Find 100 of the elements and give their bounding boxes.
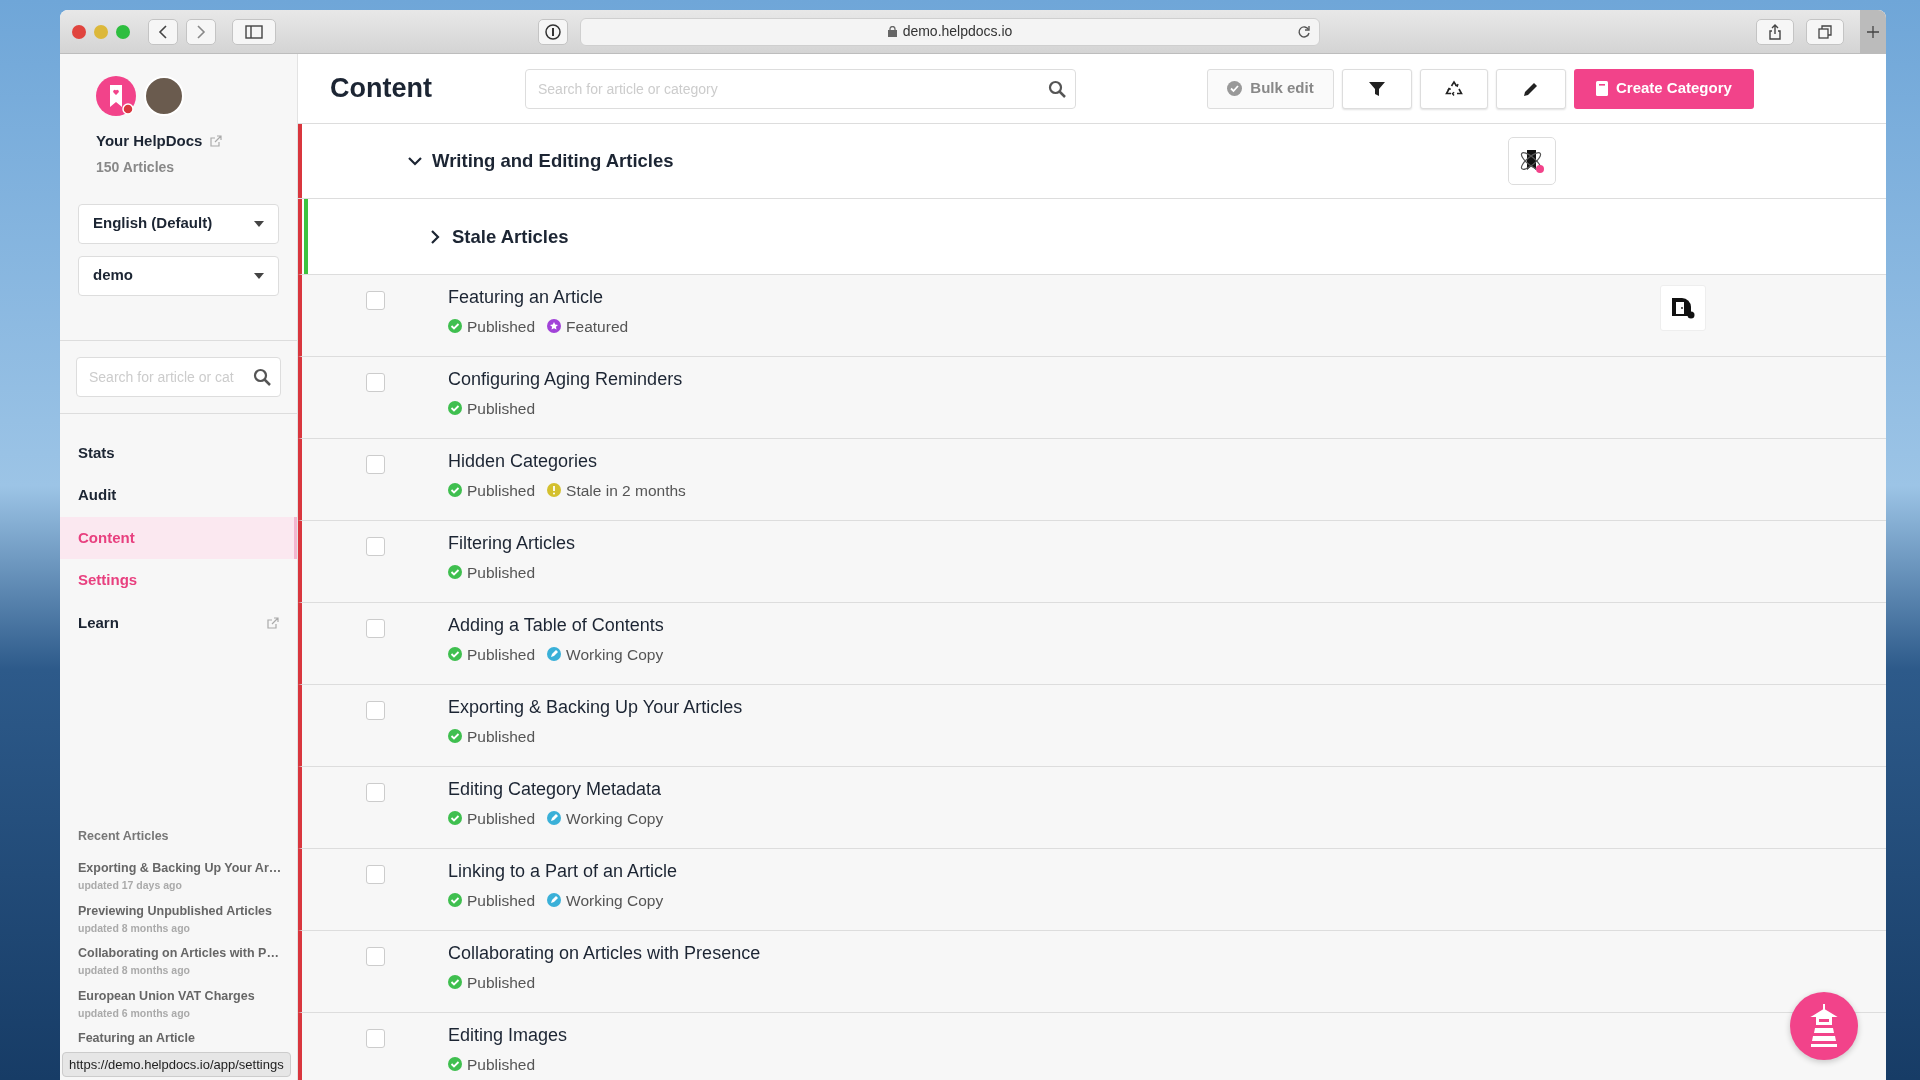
recent-article-link[interactable]: European Union VAT Charges [78,986,279,1006]
article-title-link[interactable]: Linking to a Part of an Article [448,861,678,883]
checkbox[interactable] [366,537,385,556]
status-label: Working Copy [566,808,664,829]
nav-link[interactable]: Stats [60,431,297,474]
door-icon [1671,297,1695,319]
updated-time: updated 17 days ago [78,878,183,893]
status-label: Published [467,316,536,337]
chevron-right-icon [196,24,206,39]
updated-time: updated 6 months ago [78,1005,191,1021]
checkbox[interactable] [366,455,385,474]
checkbox[interactable] [366,783,385,802]
category-row[interactable]: Writing and Editing Articles [298,124,1886,199]
article-title-link[interactable]: Hidden Categories [448,451,686,473]
article-title-link[interactable]: Exporting & Backing Up Your Articles [448,697,743,719]
nav-link[interactable]: Settings [60,559,297,602]
external-link-icon [267,616,279,629]
status-label: Working Copy [566,890,664,911]
checkbox[interactable] [366,947,385,966]
window-control-dot[interactable] [116,24,130,39]
lock-icon [887,26,897,37]
status-label: Published [467,972,536,993]
article-icon-button[interactable] [1660,285,1706,331]
book-icon [1596,81,1608,96]
article-title-link[interactable]: Featuring an Article [448,287,629,309]
status-label: Published [467,726,536,747]
select-dropdown[interactable]: English (Default) [78,203,279,244]
status-label: Published [467,480,536,501]
create-category-button[interactable]: Create Category [1574,68,1754,109]
search-icon[interactable] [1048,79,1066,98]
checkbox[interactable] [366,1029,385,1048]
category-title[interactable]: Writing and Editing Articles [432,147,674,175]
status-label: Published [467,644,536,665]
checkbox[interactable] [366,373,385,392]
article-title-link[interactable]: Configuring Aging Reminders [448,369,683,391]
recent-article-link[interactable]: Featuring an Article [78,1029,279,1048]
caret-down-icon [254,272,264,279]
atom-bookmark-icon [1518,147,1546,175]
updated-time: updated 8 months ago [78,920,191,936]
check-circle-icon [1227,81,1243,96]
checkbox[interactable] [366,619,385,638]
status-label: Published [467,890,536,911]
checkbox[interactable] [366,865,385,884]
checkbox[interactable] [366,701,385,720]
window-control-dot[interactable] [72,24,86,39]
status-label: Featured [566,316,629,337]
tabs-icon [1818,24,1832,39]
share-icon [1768,23,1782,40]
url-text[interactable]: demo.helpdocs.io [902,21,1013,42]
page-title: Content [330,72,433,106]
subcategory-row[interactable]: Stale Articles [298,199,1886,275]
brand-name-link[interactable]: Your HelpDocs [96,130,203,153]
sidebar-icon [245,24,263,39]
window-control-dot[interactable] [94,24,108,39]
nav-link[interactable]: Audit [60,474,297,517]
status-label: Published [467,1054,536,1075]
password-manager-button[interactable] [538,18,568,45]
recent-article-link[interactable]: Previewing Unpublished Articles [78,901,279,921]
status-url-tooltip: https://demo.helpdocs.io/app/settings [62,1051,291,1077]
status-label: Stale in 2 months [566,480,686,501]
subcategory-title[interactable]: Stale Articles [452,222,569,251]
new-tab-button[interactable] [1860,10,1886,54]
reload-icon[interactable] [1297,24,1311,39]
tabs-button[interactable] [1806,18,1844,45]
external-link-icon[interactable] [210,135,223,148]
sidebar-toggle-button[interactable] [232,18,276,45]
logo-icon [96,76,136,116]
article-title-link[interactable]: Editing Category Metadata [448,779,664,801]
article-count: 150 Articles [95,157,176,177]
updated-time: updated 8 months ago [78,963,191,978]
chevron-down-icon[interactable] [408,154,422,168]
article-title-link[interactable]: Collaborating on Articles with Presence [448,943,761,965]
share-button[interactable] [1756,18,1794,45]
nav-link[interactable]: Learn [60,601,297,644]
status-label: Published [467,562,536,583]
checkbox[interactable] [366,291,385,310]
status-label: Published [467,808,536,829]
pencil-icon [1523,80,1539,97]
chevron-left-icon [158,24,168,39]
article-title-link[interactable]: Editing Images [448,1025,568,1047]
article-title-link[interactable]: Filtering Articles [448,533,576,555]
back-button[interactable] [148,18,178,45]
category-icon-button[interactable] [1508,137,1556,185]
recent-article-link[interactable]: Exporting & Backing Up Your Ar… [78,859,279,878]
recycle-icon [1445,79,1463,98]
filter-button[interactable] [1342,68,1412,109]
avatar-circle[interactable] [144,76,184,116]
recent-article-link[interactable]: Collaborating on Articles with P… [78,944,279,963]
status-label: Working Copy [566,644,664,665]
select-dropdown[interactable]: demo [78,255,279,296]
plus-icon [1867,25,1879,38]
edit-button[interactable] [1496,68,1566,109]
recycle-button[interactable] [1420,68,1488,109]
chevron-right-icon[interactable] [428,229,442,244]
filter-icon [1369,80,1385,97]
caret-down-icon [254,220,264,227]
search-icon[interactable] [253,367,271,386]
article-title-link[interactable]: Adding a Table of Contents [448,615,664,637]
forward-button[interactable] [186,18,216,45]
section-heading: Recent Articles [77,827,170,845]
